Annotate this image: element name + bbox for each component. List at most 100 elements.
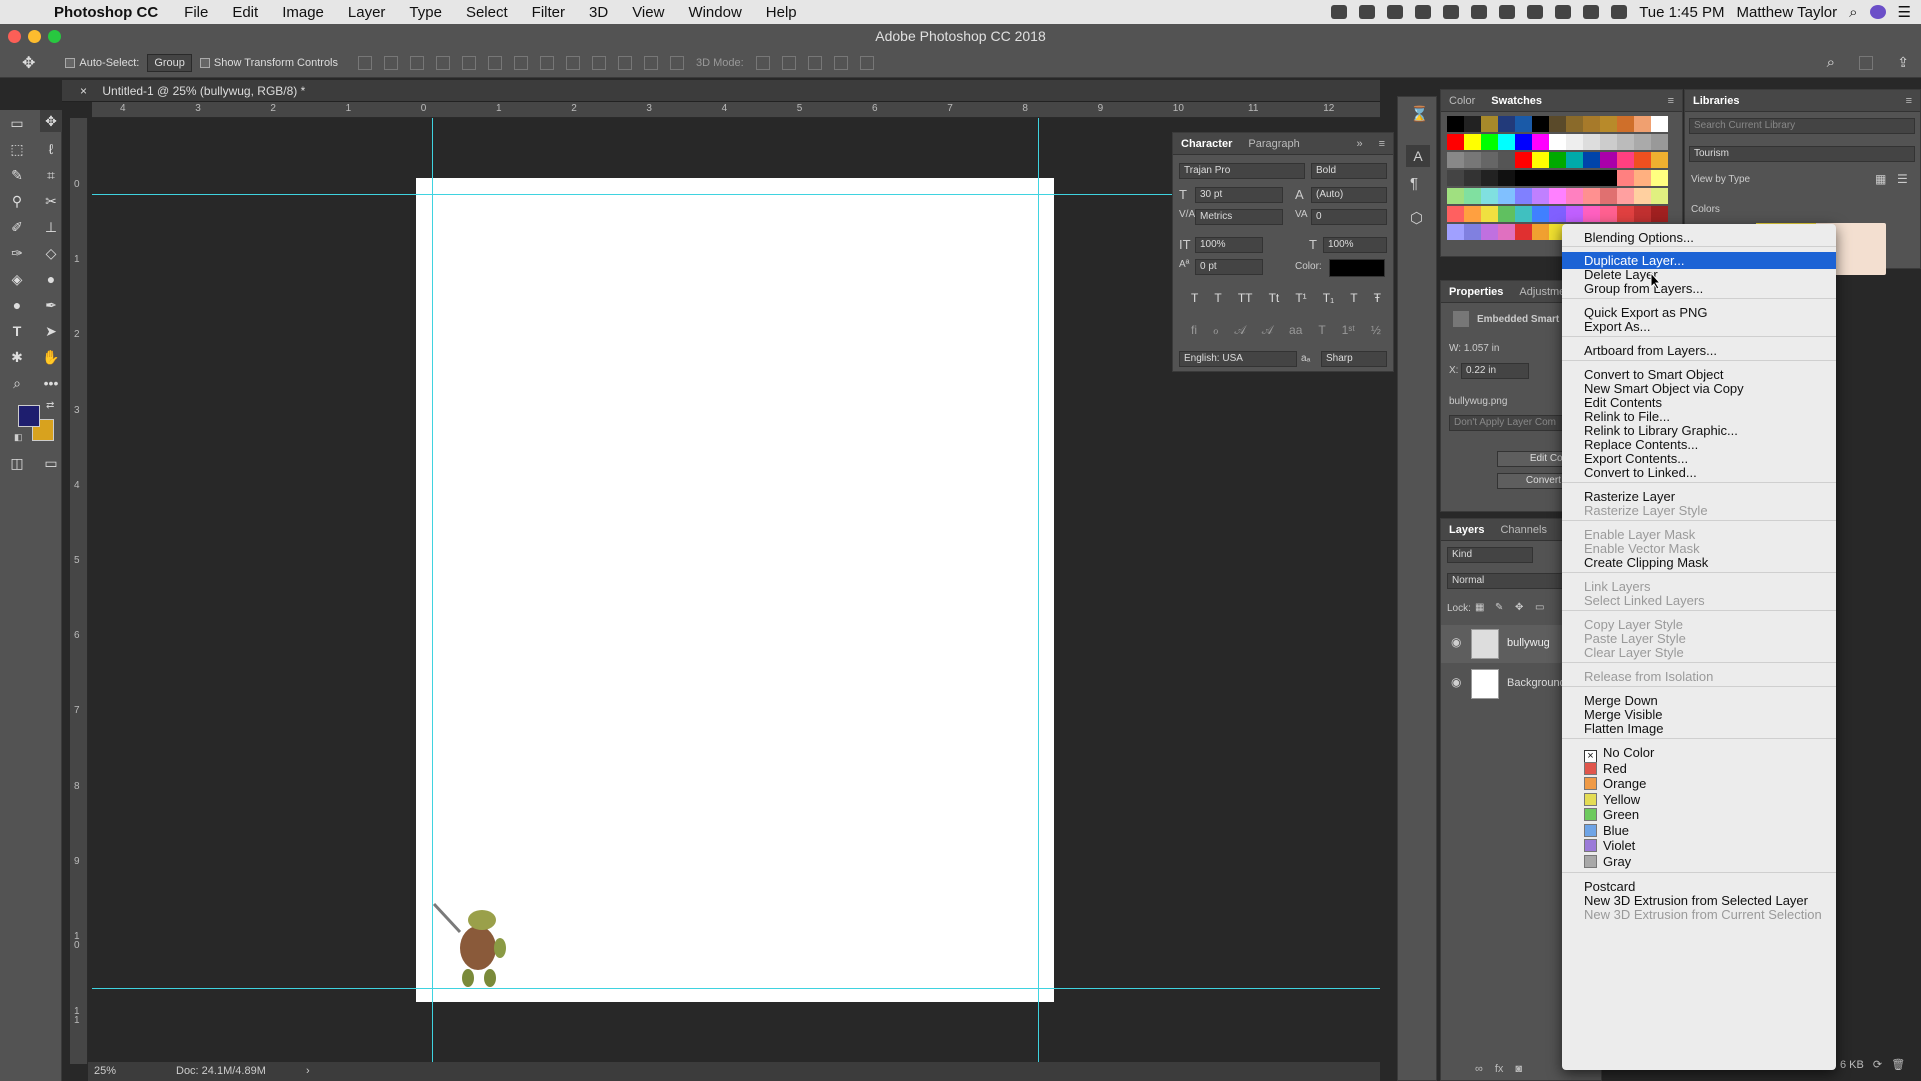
menu-item[interactable]: Blending Options... — [1562, 229, 1836, 246]
lock-paint-icon[interactable]: ✎ — [1495, 602, 1503, 613]
list-view-icon[interactable]: ☰ — [1897, 172, 1908, 186]
color-swatch[interactable] — [1634, 170, 1651, 186]
color-swatch[interactable] — [1651, 188, 1668, 204]
library-search-input[interactable]: Search Current Library — [1689, 118, 1915, 134]
ligatures-icon[interactable]: fi — [1191, 323, 1197, 338]
color-swatch[interactable] — [1498, 134, 1515, 150]
lastpass-icon[interactable] — [1359, 5, 1376, 19]
view-by-type-select[interactable]: View by Type — [1691, 174, 1750, 185]
colors-section-header[interactable]: Colors — [1691, 204, 1720, 215]
font-style-select[interactable]: Bold — [1311, 163, 1387, 179]
layer-filter-kind[interactable]: Kind — [1447, 547, 1533, 563]
default-colors-icon[interactable]: ◧ — [14, 432, 23, 443]
color-swatch[interactable] — [1447, 152, 1464, 168]
distribute-right-icon[interactable] — [644, 55, 659, 70]
color-swatch[interactable] — [1481, 134, 1498, 150]
libraries-menu-icon[interactable]: ≡ — [1898, 95, 1920, 107]
lock-artboard-icon[interactable]: ▭ — [1535, 602, 1544, 613]
move-tool-icon[interactable]: ✥ — [40, 110, 62, 132]
font-size-field[interactable]: 30 pt — [1195, 187, 1283, 203]
foreground-color-swatch[interactable] — [18, 405, 40, 427]
menu-item[interactable]: Violet — [1562, 837, 1836, 854]
tab-layers[interactable]: Layers — [1441, 524, 1492, 536]
blend-mode-select[interactable]: Normal — [1447, 573, 1573, 589]
menu-image[interactable]: Image — [282, 4, 324, 21]
color-swatch[interactable] — [1447, 224, 1464, 240]
color-swatch[interactable] — [1464, 116, 1481, 132]
marquee-tool-icon[interactable]: ⬚ — [6, 138, 28, 160]
panel-menu-icon[interactable]: ≡ — [1371, 138, 1393, 150]
menu-item[interactable]: Gray — [1562, 853, 1836, 870]
menu-edit[interactable]: Edit — [232, 4, 258, 21]
eyedropper-tool-icon[interactable]: ⚲ — [6, 190, 28, 212]
app-menu[interactable]: Photoshop CC — [54, 4, 158, 21]
menu-item[interactable]: Group from Layers... — [1562, 280, 1836, 297]
auto-align-icon[interactable] — [670, 55, 685, 70]
clock[interactable]: Tue 1:45 PM — [1639, 4, 1724, 21]
creative-cloud-icon[interactable] — [1387, 5, 1404, 19]
vertical-scale-field[interactable]: 100% — [1195, 237, 1263, 253]
distribute-vcenter-icon[interactable] — [540, 55, 555, 70]
color-swatch[interactable] — [1515, 206, 1532, 222]
color-swatch[interactable] — [1515, 134, 1532, 150]
menu-filter[interactable]: Filter — [532, 4, 565, 21]
patch-tool-icon[interactable]: ✂ — [40, 190, 62, 212]
color-swatch[interactable] — [1481, 152, 1498, 168]
guide-vertical-right[interactable] — [1038, 118, 1039, 1062]
link-layers-icon[interactable]: ∞ — [1475, 1063, 1483, 1075]
add-mask-icon[interactable]: ◙ — [1515, 1063, 1522, 1075]
trash-icon[interactable]: 🗑 — [1891, 1059, 1905, 1071]
color-swatch[interactable] — [1651, 134, 1668, 150]
color-swatch[interactable] — [1600, 134, 1617, 150]
leading-field[interactable]: (Auto) — [1311, 187, 1387, 203]
bullywug-figure[interactable] — [430, 898, 516, 990]
menu-layer[interactable]: Layer — [348, 4, 386, 21]
color-swatch[interactable] — [1617, 206, 1634, 222]
strikethrough-icon[interactable]: Ŧ — [1374, 291, 1381, 305]
tracking-field[interactable]: 0 — [1311, 209, 1387, 225]
3d-panel-icon[interactable]: ⬡ — [1410, 209, 1423, 227]
auto-select-checkbox[interactable] — [65, 57, 76, 68]
color-swatch[interactable] — [1634, 116, 1651, 132]
color-swatch[interactable] — [1566, 170, 1583, 186]
menu-item[interactable]: Export As... — [1562, 318, 1836, 335]
color-swatch[interactable] — [1549, 116, 1566, 132]
color-swatch[interactable] — [1515, 224, 1532, 240]
color-swatch[interactable] — [1566, 188, 1583, 204]
text-color-swatch[interactable] — [1329, 259, 1385, 277]
grid-view-icon[interactable]: ▦ — [1875, 172, 1886, 186]
tab-properties[interactable]: Properties — [1441, 286, 1511, 298]
horizontal-scale-field[interactable]: 100% — [1323, 237, 1387, 253]
color-swatch[interactable] — [1617, 170, 1634, 186]
color-swatch[interactable] — [1566, 134, 1583, 150]
layer-name[interactable]: bullywug — [1507, 637, 1550, 649]
color-swatch[interactable] — [1464, 206, 1481, 222]
screen-mode-icon[interactable]: ▭ — [40, 452, 62, 474]
vertical-ruler[interactable]: 0 1 2 3 4 5 6 7 8 9 1 0 1 1 — [70, 118, 88, 1064]
stylistic-icon[interactable]: 𝒜 — [1262, 323, 1273, 338]
record-icon[interactable] — [1331, 5, 1348, 19]
guide-horizontal-bottom[interactable] — [92, 988, 1380, 989]
tab-channels[interactable]: Channels — [1492, 524, 1554, 536]
swash-icon[interactable]: 𝒜 — [1234, 323, 1245, 338]
tab-libraries[interactable]: Libraries — [1685, 95, 1747, 107]
dodge-tool-icon[interactable]: ● — [6, 294, 28, 316]
show-transform-checkbox[interactable] — [199, 57, 210, 68]
battery-icon[interactable] — [1527, 5, 1544, 19]
color-swatch[interactable] — [1498, 170, 1515, 186]
color-swatch[interactable] — [1617, 188, 1634, 204]
color-swatch[interactable] — [1447, 134, 1464, 150]
3d-roll-icon[interactable] — [781, 55, 796, 70]
color-swatch[interactable] — [1532, 188, 1549, 204]
color-swatch[interactable] — [1532, 170, 1549, 186]
distribute-top-icon[interactable] — [514, 55, 529, 70]
ordinals-icon[interactable]: T — [1318, 323, 1325, 338]
spotlight-icon[interactable]: ⌕ — [1849, 4, 1857, 21]
color-swatch[interactable] — [1464, 134, 1481, 150]
color-swatch[interactable] — [1583, 188, 1600, 204]
wifi-icon[interactable] — [1583, 5, 1600, 19]
menu-item[interactable]: Convert to Linked... — [1562, 464, 1836, 481]
collapse-icon[interactable]: » — [1348, 138, 1370, 150]
align-left-icon[interactable] — [436, 55, 451, 70]
width-value[interactable]: W: 1.057 in — [1449, 343, 1499, 354]
